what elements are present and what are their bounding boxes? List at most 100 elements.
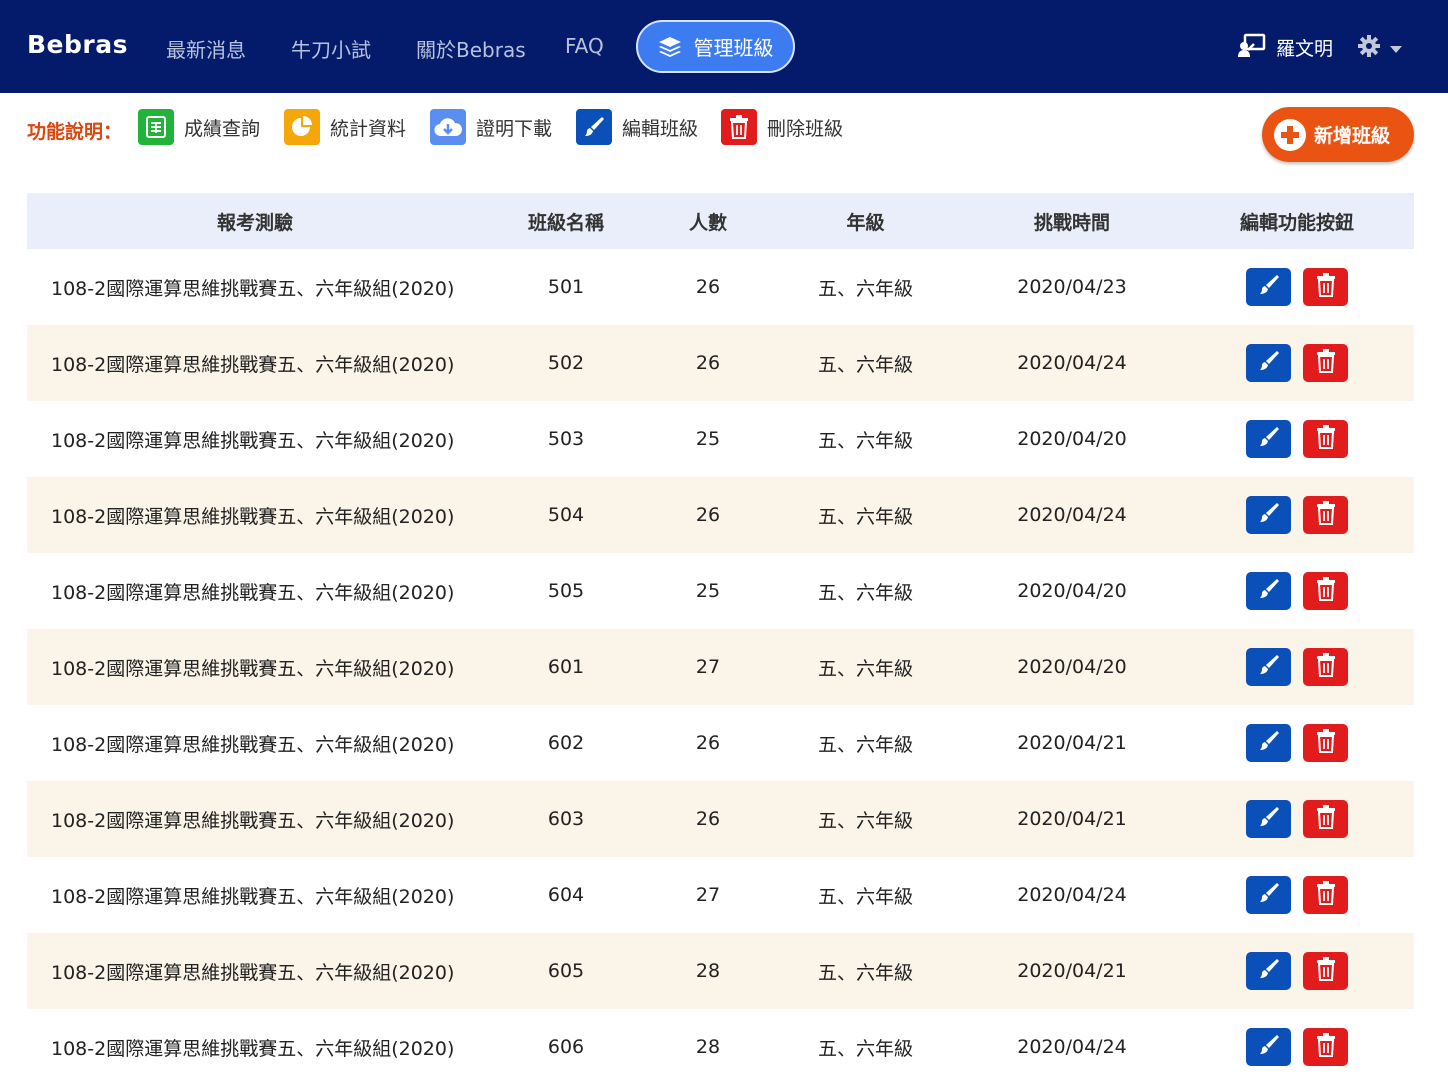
delete-class-button[interactable] xyxy=(1303,572,1348,610)
add-class-button[interactable]: 新增班級 xyxy=(1262,107,1414,162)
cell-class-name: 504 xyxy=(547,504,585,526)
cell-grade: 五、六年級 xyxy=(817,657,913,680)
cell-date: 2020/04/20 xyxy=(1017,580,1127,602)
brush-icon xyxy=(1257,805,1281,833)
header-class-name: 班級名稱 xyxy=(527,211,604,234)
settings-menu[interactable] xyxy=(1358,35,1402,61)
cell-class-name: 605 xyxy=(547,960,585,982)
brush-icon xyxy=(1257,501,1281,529)
table-row: 108-2國際運算思維挑戰賽五、六年級組(2020) 503 25 五、六年級 2020… xyxy=(27,401,1414,477)
trash-icon xyxy=(1316,1033,1336,1061)
teacher-icon xyxy=(1238,33,1266,62)
nav-practice[interactable]: 牛刀小試 xyxy=(291,34,371,63)
edit-class-button[interactable] xyxy=(1246,648,1291,686)
brand-logo[interactable]: Bebras xyxy=(27,30,128,59)
edit-class-button[interactable] xyxy=(1246,800,1291,838)
legend-edit-label: 編輯班級 xyxy=(622,117,699,140)
edit-class-button[interactable] xyxy=(1246,724,1291,762)
cloud-download-icon xyxy=(430,109,466,145)
table-header: 報考測驗 班級名稱 人數 年級 挑戰時間 編輯功能按鈕 xyxy=(27,193,1414,249)
cell-actions xyxy=(1180,420,1414,458)
cell-date: 2020/04/20 xyxy=(1017,656,1127,678)
cell-class-name: 501 xyxy=(547,276,585,298)
cell-date: 2020/04/24 xyxy=(1017,1036,1127,1058)
trash-icon xyxy=(1316,273,1336,301)
class-table: 報考測驗 班級名稱 人數 年級 挑戰時間 編輯功能按鈕 108-2國際運算思維挑… xyxy=(27,193,1414,1085)
legend-edit: 編輯班級 xyxy=(576,109,698,145)
plus-icon xyxy=(1274,118,1306,151)
delete-class-button[interactable] xyxy=(1303,496,1348,534)
cell-date: 2020/04/21 xyxy=(1017,960,1127,982)
edit-class-button[interactable] xyxy=(1246,952,1291,990)
table-row: 108-2國際運算思維挑戰賽五、六年級組(2020) 601 27 五、六年級 2020… xyxy=(27,629,1414,705)
brush-icon xyxy=(1257,957,1281,985)
cell-exam: 108-2國際運算思維挑戰賽五、六年級組(2020) xyxy=(51,961,455,984)
delete-class-button[interactable] xyxy=(1303,800,1348,838)
add-class-label: 新增班級 xyxy=(1314,125,1391,147)
cell-actions xyxy=(1180,572,1414,610)
cell-class-name: 602 xyxy=(547,732,585,754)
cell-class-name: 606 xyxy=(547,1036,585,1058)
nav-about[interactable]: 關於Bebras xyxy=(416,34,526,63)
cell-actions xyxy=(1180,496,1414,534)
edit-class-button[interactable] xyxy=(1246,344,1291,382)
legend-score: 成績查詢 xyxy=(138,109,260,145)
edit-class-button[interactable] xyxy=(1246,1028,1291,1066)
cell-date: 2020/04/24 xyxy=(1017,352,1127,374)
brush-icon xyxy=(1257,273,1281,301)
legend-score-label: 成績查詢 xyxy=(184,117,261,140)
cell-exam: 108-2國際運算思維挑戰賽五、六年級組(2020) xyxy=(51,277,455,300)
chevron-down-icon xyxy=(1390,39,1402,58)
cell-exam: 108-2國際運算思維挑戰賽五、六年級組(2020) xyxy=(51,581,455,604)
edit-class-button[interactable] xyxy=(1246,268,1291,306)
delete-class-button[interactable] xyxy=(1303,648,1348,686)
cell-class-name: 505 xyxy=(547,580,585,602)
header-actions: 編輯功能按鈕 xyxy=(1239,211,1354,234)
delete-class-button[interactable] xyxy=(1303,1028,1348,1066)
gear-icon xyxy=(1358,35,1380,61)
delete-class-button[interactable] xyxy=(1303,420,1348,458)
cell-count: 26 xyxy=(695,276,721,298)
cell-exam: 108-2國際運算思維挑戰賽五、六年級組(2020) xyxy=(51,353,455,376)
nav-manage-classes[interactable]: 管理班級 xyxy=(636,20,795,73)
nav-faq[interactable]: FAQ xyxy=(565,34,604,58)
user-menu[interactable]: 羅文明 xyxy=(1238,33,1333,62)
trash-icon xyxy=(1316,501,1336,529)
cell-exam: 108-2國際運算思維挑戰賽五、六年級組(2020) xyxy=(51,657,455,680)
table-row: 108-2國際運算思維挑戰賽五、六年級組(2020) 604 27 五、六年級 2020… xyxy=(27,857,1414,933)
trash-icon xyxy=(1316,653,1336,681)
delete-class-button[interactable] xyxy=(1303,724,1348,762)
nav-latest-news[interactable]: 最新消息 xyxy=(166,34,246,63)
layers-icon xyxy=(658,36,682,58)
cell-date: 2020/04/20 xyxy=(1017,428,1127,450)
delete-class-button[interactable] xyxy=(1303,952,1348,990)
trash-icon xyxy=(1316,881,1336,909)
table-row: 108-2國際運算思維挑戰賽五、六年級組(2020) 606 28 五、六年級 2020… xyxy=(27,1009,1414,1085)
delete-class-button[interactable] xyxy=(1303,344,1348,382)
edit-class-button[interactable] xyxy=(1246,572,1291,610)
cell-count: 26 xyxy=(695,352,721,374)
edit-class-button[interactable] xyxy=(1246,496,1291,534)
trash-icon xyxy=(1316,425,1336,453)
cell-count: 28 xyxy=(695,1036,721,1058)
delete-class-button[interactable] xyxy=(1303,268,1348,306)
legend-stats: 統計資料 xyxy=(284,109,406,145)
trash-icon xyxy=(1316,957,1336,985)
cell-grade: 五、六年級 xyxy=(817,581,913,604)
edit-class-button[interactable] xyxy=(1246,420,1291,458)
cell-date: 2020/04/21 xyxy=(1017,732,1127,754)
score-sheet-icon xyxy=(138,109,174,145)
edit-class-button[interactable] xyxy=(1246,876,1291,914)
legend-title: 功能說明： xyxy=(27,121,123,143)
table-row: 108-2國際運算思維挑戰賽五、六年級組(2020) 605 28 五、六年級 2020… xyxy=(27,933,1414,1009)
cell-count: 26 xyxy=(695,808,721,830)
delete-class-button[interactable] xyxy=(1303,876,1348,914)
cell-exam: 108-2國際運算思維挑戰賽五、六年級組(2020) xyxy=(51,505,455,528)
top-navbar: Bebras 最新消息 牛刀小試 關於Bebras FAQ 管理班級 羅文明 xyxy=(0,0,1448,93)
trash-icon xyxy=(1316,577,1336,605)
cell-exam: 108-2國際運算思維挑戰賽五、六年級組(2020) xyxy=(51,429,455,452)
cell-count: 26 xyxy=(695,504,721,526)
cell-grade: 五、六年級 xyxy=(817,809,913,832)
table-row: 108-2國際運算思維挑戰賽五、六年級組(2020) 501 26 五、六年級 2020… xyxy=(27,249,1414,325)
cell-count: 25 xyxy=(695,428,721,450)
